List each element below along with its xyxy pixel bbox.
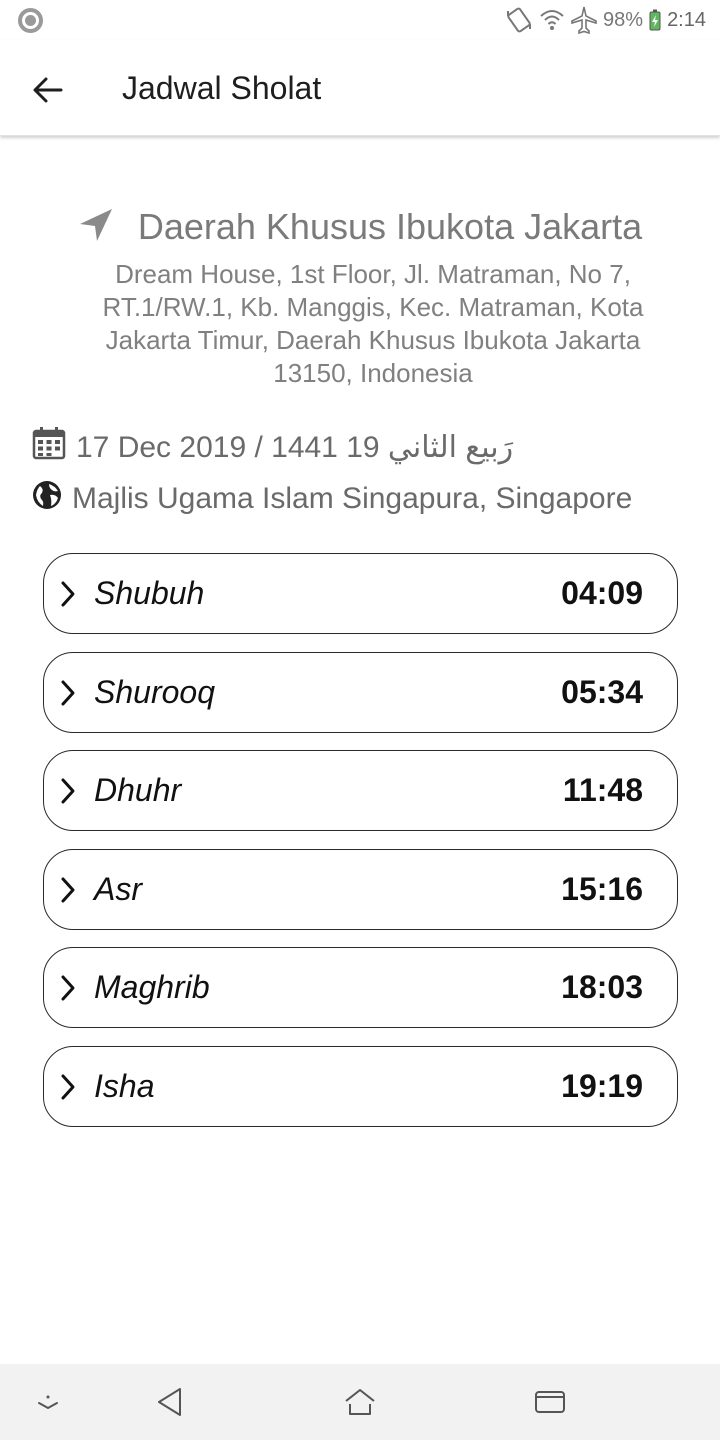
back-nav-button[interactable] [148,1382,192,1422]
prayer-name: Maghrib [94,969,210,1006]
rotate-icon [505,7,533,33]
chevron-right-icon [61,877,75,903]
date-row: 17 Dec 2019 / 1441 رَبيع الثاني 19 [32,426,513,468]
chevron-right-icon [61,975,75,1001]
prayer-time: 04:09 [561,575,643,611]
prayer-item-asr[interactable]: Asr 15:16 [43,848,678,930]
status-bar: 98% 2:14 [0,0,720,40]
location-header: Daerah Khusus Ibukota Jakarta [0,206,720,248]
app-bar: Jadwal Sholat [0,40,720,136]
wifi-icon [539,8,565,32]
chevron-right-icon [61,581,75,607]
location-address: Dream House, 1st Floor, Jl. Matraman, No… [102,259,644,388]
chevron-right-icon [61,680,75,706]
system-nav-bar [0,1364,720,1440]
calendar-icon [32,426,66,468]
prayer-time: 11:48 [562,772,643,809]
prayer-name: Shurooq [94,673,215,710]
collapse-icon [38,1395,58,1410]
page-title: Jadwal Sholat [122,70,322,106]
prayer-name: Shubuh [94,575,205,611]
status-time: 2:14 [667,8,706,31]
prayer-time: 05:34 [561,673,643,710]
prayer-item-shubuh[interactable]: Shubuh 04:09 [43,553,678,634]
status-right: 98% 2:14 [505,6,706,34]
prayer-name: Isha [94,1067,155,1104]
collapse-button[interactable] [26,1382,70,1422]
source-text: Majlis Ugama Islam Singapura, Singapore [72,482,633,515]
date-text: 17 Dec 2019 / 1441 رَبيع الثاني 19 [76,430,514,464]
prayer-item-maghrib[interactable]: Maghrib 18:03 [43,947,678,1029]
prayer-time: 18:03 [561,969,643,1006]
recents-button[interactable] [528,1382,572,1422]
prayer-name: Asr [94,870,142,907]
source-row: Majlis Ugama Islam Singapura, Singapore [32,480,632,518]
prayer-name: Dhuhr [94,772,182,809]
prayer-item-shurooq[interactable]: Shurooq 05:34 [43,651,678,733]
chevron-right-icon [61,1074,75,1100]
globe-icon [32,480,62,518]
prayer-time: 15:16 [561,870,643,907]
prayer-item-dhuhr[interactable]: Dhuhr 11:48 [43,750,678,832]
prayer-item-isha[interactable]: Isha 19:19 [43,1045,678,1127]
battery-text: 98% [603,8,644,31]
recents-icon [535,1391,565,1413]
home-button[interactable] [338,1382,382,1422]
back-button[interactable] [22,64,74,116]
notification-dot-icon [18,8,43,33]
navigation-arrow-icon [78,207,114,248]
battery-charging-icon [649,9,661,31]
prayer-time: 19:19 [561,1067,643,1104]
arrow-left-icon [33,77,63,103]
chevron-right-icon [61,778,75,804]
back-triangle-icon [158,1388,181,1416]
prayer-list: Shubuh 04:09 Shurooq 05:34 Dhuhr 11:48 A… [43,553,678,1145]
airplane-icon [571,6,597,34]
screen: 98% 2:14 Jadwal Sholat Daerah Khusus Ibu… [0,0,720,1440]
home-icon [345,1389,375,1415]
location-name: Daerah Khusus Ibukota Jakarta [137,206,643,247]
